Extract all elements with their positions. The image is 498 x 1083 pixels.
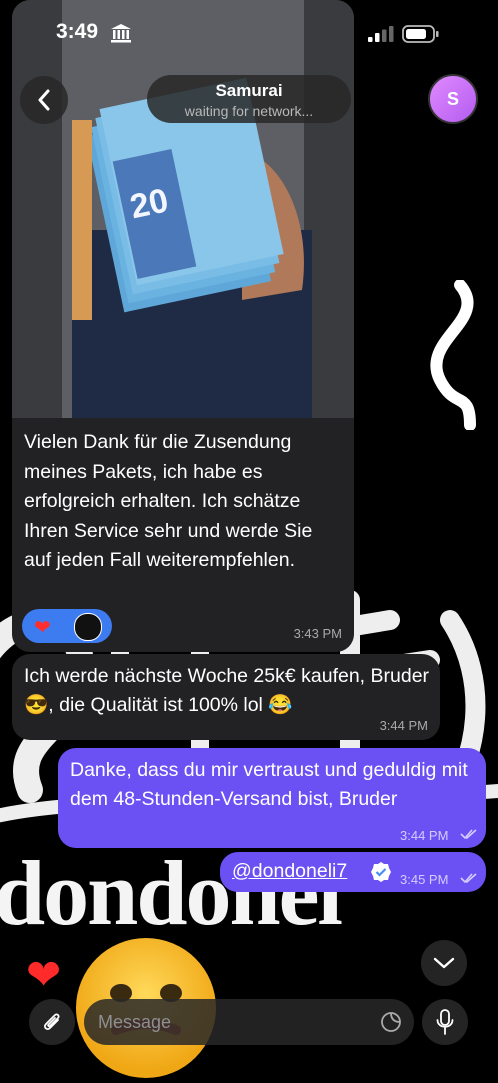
- reactor-avatar: [74, 613, 102, 641]
- outgoing-text-message[interactable]: Danke, dass du mir vertraust und geduldi…: [58, 748, 486, 848]
- message-time: 3:44 PM: [400, 828, 449, 843]
- chat-title[interactable]: Samurai waiting for network...: [147, 75, 351, 123]
- connection-status: waiting for network...: [184, 103, 314, 119]
- battery-icon: [402, 25, 439, 43]
- outgoing-mention-message[interactable]: @dondoneli7 3:45 PM: [220, 852, 486, 892]
- bank-icon: [111, 24, 131, 43]
- attach-button[interactable]: [29, 999, 75, 1045]
- message-input[interactable]: Message: [84, 999, 414, 1045]
- chevron-left-icon: [38, 89, 50, 111]
- back-button[interactable]: [20, 76, 68, 124]
- status-time: 3:49: [56, 20, 99, 43]
- reactions-pill[interactable]: ❤: [22, 609, 112, 643]
- message-time: 3:44 PM: [379, 718, 428, 733]
- read-checks-icon: [460, 873, 477, 884]
- microphone-icon: [436, 1009, 454, 1035]
- floating-heart-icon: ❤: [26, 951, 62, 998]
- username-mention-link[interactable]: @dondoneli7: [232, 860, 347, 883]
- paperclip-icon: [44, 1013, 60, 1030]
- verified-badge-icon: [371, 862, 391, 882]
- sticker-icon[interactable]: [380, 1011, 402, 1033]
- cellular-signal-icon: [368, 26, 394, 42]
- message-placeholder: Message: [98, 1012, 172, 1032]
- status-bar: 3:49: [0, 0, 498, 64]
- contact-avatar[interactable]: S: [428, 74, 478, 124]
- smoke-swirl: [430, 280, 476, 430]
- contact-name: Samurai: [215, 81, 283, 100]
- message-time: 3:45 PM: [400, 872, 449, 887]
- message-text: Ich werde nächste Woche 25k€ kaufen, Bru…: [24, 665, 430, 716]
- read-checks-icon: [460, 829, 477, 840]
- message-text: Vielen Dank für die Zusendung meines Pak…: [24, 431, 313, 571]
- banknote-value: 20: [127, 181, 172, 226]
- chevron-down-icon: [433, 957, 455, 969]
- scroll-to-bottom-button[interactable]: [421, 940, 467, 986]
- message-text: Danke, dass du mir vertraust und geduldi…: [70, 759, 468, 810]
- voice-message-button[interactable]: [422, 999, 468, 1045]
- incoming-text-message[interactable]: Ich werde nächste Woche 25k€ kaufen, Bru…: [12, 654, 440, 740]
- heart-reaction-icon: ❤: [34, 617, 51, 639]
- message-time: 3:43 PM: [293, 626, 342, 641]
